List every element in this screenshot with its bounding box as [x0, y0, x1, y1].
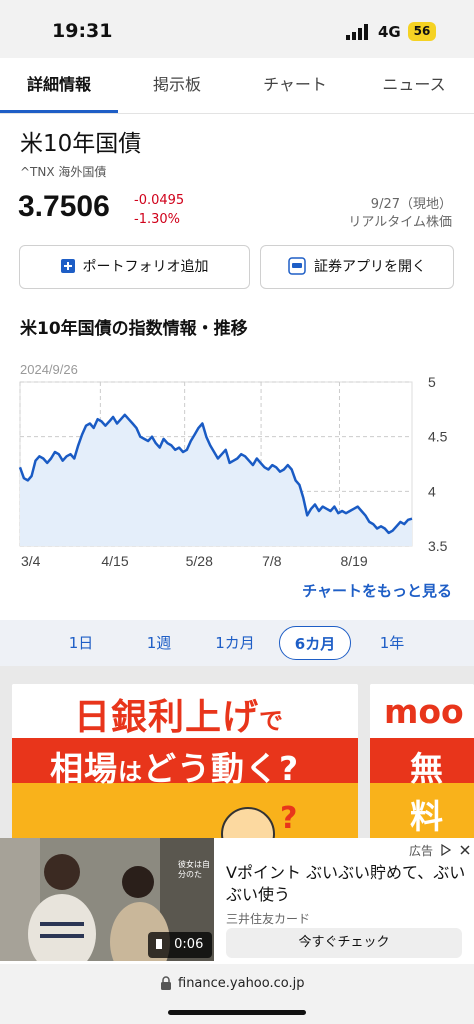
signal-icon — [346, 24, 368, 40]
ad-label: 広告 — [409, 842, 471, 859]
price-chart: 2024/9/26 5 4.5 4 3.5 3/4 4/15 5/28 7/8 8/19 — [18, 362, 448, 569]
y-tick-label: 4 — [428, 483, 436, 499]
video-caption: 彼女は自分のた — [178, 860, 210, 879]
period-6m[interactable]: 6カ月 — [279, 626, 351, 660]
url-text[interactable]: finance.yahoo.co.jp — [178, 976, 305, 991]
banner-subheadline: 相場はどう動く? — [50, 749, 300, 788]
browser-url-bar[interactable] — [0, 964, 474, 1024]
period-1m[interactable]: 1カ月 — [200, 626, 270, 660]
chart-more-link[interactable]: チャートをもっと見る — [302, 580, 452, 601]
video-time: 0:06 — [174, 937, 204, 952]
current-price: 3.7506 — [18, 190, 110, 223]
x-tick-label: 5/28 — [186, 553, 213, 569]
realtime-label: リアルタイム株価 — [348, 215, 452, 230]
chart-date-label: 2024/9/26 — [20, 362, 78, 377]
y-tick-label: 5 — [428, 374, 436, 390]
active-tab-indicator — [0, 110, 118, 113]
tab-news[interactable]: ニュース — [354, 58, 474, 114]
banner2-subheadline: 無料 — [410, 749, 443, 836]
lock-icon — [161, 976, 171, 990]
banner2-headline: moo — [384, 692, 464, 731]
price-change: -0.0495 — [134, 193, 185, 208]
ad-banner-moomoo[interactable]: moo 無料 — [370, 684, 474, 844]
app-icon — [288, 256, 306, 275]
network-type: 4G — [378, 23, 401, 41]
x-tick-label: 4/15 — [101, 553, 128, 569]
add-portfolio-button[interactable]: ポートフォリオ追加 — [19, 245, 250, 289]
tab-bar: 詳細情報 掲示板 チャート ニュース — [0, 58, 474, 114]
character-illustration: ? — [221, 801, 297, 844]
tab-chart[interactable]: チャート — [236, 58, 354, 114]
x-axis: 3/4 4/15 5/28 7/8 8/19 — [21, 553, 368, 569]
section-title: 米10年国債の指数情報・推移 — [20, 319, 248, 339]
period-selector: 1日 1週 1カ月 6カ月 1年 — [0, 620, 474, 666]
x-tick-label: 8/19 — [340, 553, 367, 569]
battery-icon: 56 — [408, 22, 436, 41]
quote-date: 9/27（現地） — [370, 197, 452, 212]
instrument-name: 米10年国債 — [20, 131, 142, 157]
y-tick-label: 4.5 — [428, 429, 448, 445]
instrument-symbol: ^TNX 海外国債 — [20, 165, 107, 179]
period-1w[interactable]: 1週 — [128, 626, 190, 660]
add-portfolio-label: ポートフォリオ追加 — [82, 259, 209, 275]
open-securities-app-button[interactable]: 証券アプリを開く — [260, 245, 454, 289]
tab-details[interactable]: 詳細情報 — [0, 58, 118, 114]
ad-choices-icon[interactable] — [440, 843, 452, 857]
plus-icon — [60, 258, 75, 273]
period-1y[interactable]: 1年 — [362, 626, 422, 660]
banner-headline: 日銀利上げで — [74, 697, 285, 738]
x-tick-label: 7/8 — [262, 553, 282, 569]
ad-banner-boj[interactable]: 日銀利上げで 相場はどう動く? ? — [12, 684, 358, 844]
ad-cta-button[interactable]: 今すぐチェック — [226, 928, 462, 958]
status-bar: 19:31 4G 56 — [0, 0, 474, 58]
home-indicator — [168, 1010, 306, 1015]
ad-sponsor: 三井住友カード — [226, 912, 311, 926]
status-time: 19:31 — [52, 20, 113, 42]
chart-area-fill — [20, 414, 412, 546]
y-axis: 5 4.5 4 3.5 — [428, 374, 448, 554]
close-icon[interactable] — [459, 844, 471, 856]
open-app-label: 証券アプリを開く — [314, 259, 426, 275]
period-1d[interactable]: 1日 — [52, 626, 110, 660]
video-controls[interactable]: 0:06 — [148, 932, 212, 958]
tab-board[interactable]: 掲示板 — [118, 58, 236, 114]
x-tick-label: 3/4 — [21, 553, 41, 569]
pause-icon[interactable] — [156, 939, 162, 949]
ad-title[interactable]: Vポイント ぶいぶい貯めて、ぶいぶい使う — [226, 862, 466, 906]
svg-text:?: ? — [280, 801, 297, 836]
price-change-percent: -1.30% — [134, 212, 180, 227]
y-tick-label: 3.5 — [428, 538, 448, 554]
